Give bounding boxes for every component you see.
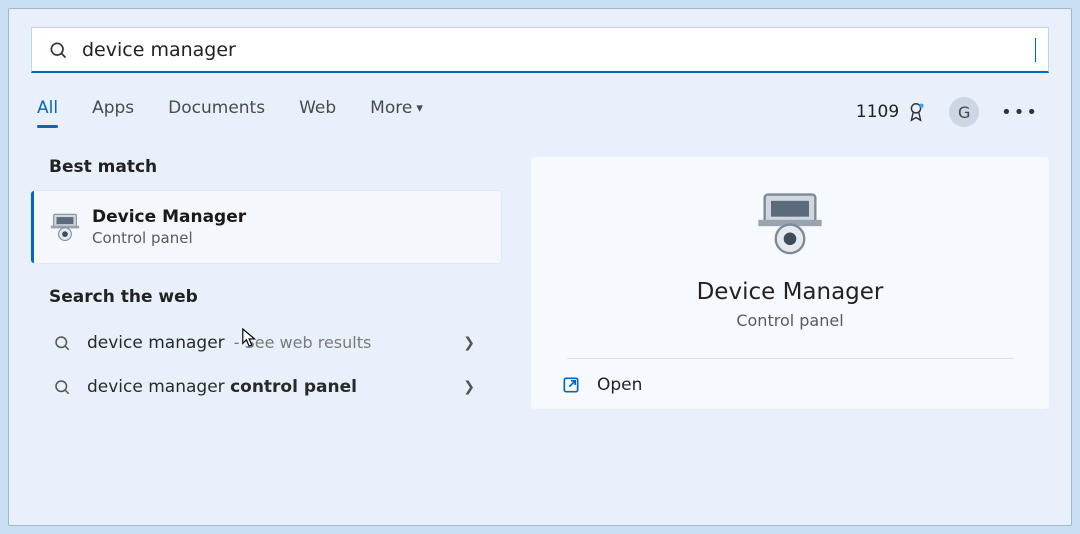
tab-all[interactable]: All <box>37 98 58 126</box>
search-icon <box>53 334 71 352</box>
tab-label: Apps <box>92 98 134 118</box>
tab-label: All <box>37 98 58 118</box>
device-manager-icon <box>752 185 828 261</box>
avatar[interactable]: G <box>949 97 979 127</box>
more-options-button[interactable]: ••• <box>997 102 1043 123</box>
web-result-hint: - See web results <box>229 333 372 352</box>
tab-label: More <box>370 98 412 118</box>
web-result-item[interactable]: device manager - See web results ❯ <box>31 321 501 365</box>
search-input[interactable] <box>82 28 1037 71</box>
tab-more[interactable]: More ▾ <box>370 98 423 126</box>
rewards-points[interactable]: 1109 <box>856 102 899 122</box>
tab-web[interactable]: Web <box>299 98 336 126</box>
web-result-bold: control panel <box>230 377 357 397</box>
section-heading-best-match: Best match <box>49 157 501 177</box>
tab-apps[interactable]: Apps <box>92 98 134 126</box>
web-result-query: device manager <box>87 333 225 353</box>
tab-label: Web <box>299 98 336 118</box>
search-bar-container <box>31 27 1049 73</box>
tab-label: Documents <box>168 98 265 118</box>
detail-panel: Device Manager Control panel Open <box>531 157 1049 409</box>
results-column: Best match Device Manager Control panel … <box>31 157 501 409</box>
search-box[interactable] <box>31 27 1049 73</box>
open-action[interactable]: Open <box>561 375 642 395</box>
text-caret <box>1035 38 1036 62</box>
filter-tabs-row: All Apps Documents Web More ▾ 1109 G ••• <box>37 97 1043 127</box>
best-match-title: Device Manager <box>92 207 246 227</box>
search-icon <box>53 378 71 396</box>
chevron-down-icon: ▾ <box>416 101 423 116</box>
best-match-result[interactable]: Device Manager Control panel <box>31 191 501 263</box>
web-results-list: device manager - See web results ❯ devic… <box>31 321 501 409</box>
rewards-icon[interactable] <box>905 101 927 123</box>
avatar-initial: G <box>958 103 970 122</box>
detail-title: Device Manager <box>697 279 884 305</box>
chevron-right-icon: ❯ <box>463 335 489 351</box>
open-label: Open <box>597 375 642 395</box>
divider <box>567 358 1012 359</box>
device-manager-icon <box>48 210 82 244</box>
tab-documents[interactable]: Documents <box>168 98 265 126</box>
detail-subtitle: Control panel <box>736 311 843 330</box>
search-icon <box>48 40 68 60</box>
open-icon <box>561 375 581 395</box>
web-result-query: device manager <box>87 377 230 397</box>
section-heading-search-web: Search the web <box>49 287 501 307</box>
web-result-item[interactable]: device manager control panel ❯ <box>31 365 501 409</box>
best-match-subtitle: Control panel <box>92 229 246 247</box>
search-window: All Apps Documents Web More ▾ 1109 G •••… <box>8 8 1072 526</box>
chevron-right-icon: ❯ <box>463 379 489 395</box>
